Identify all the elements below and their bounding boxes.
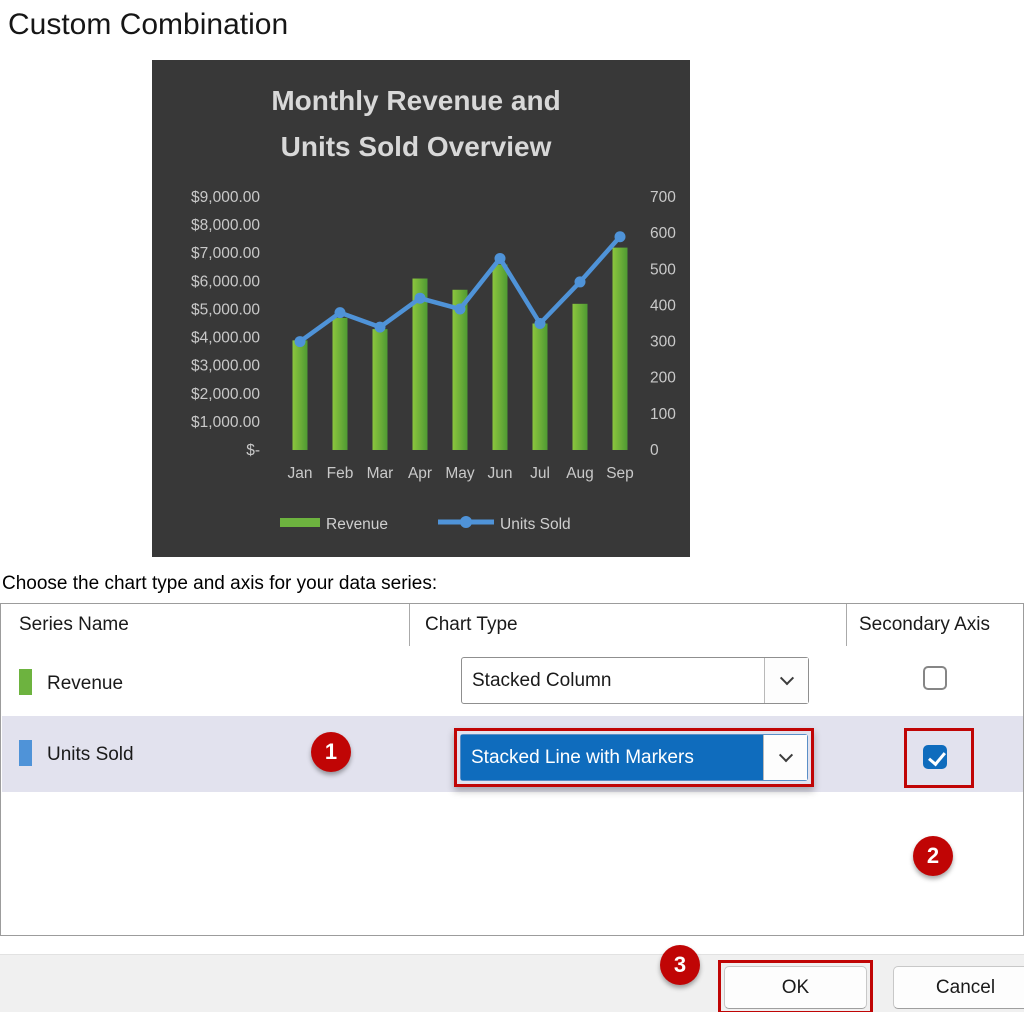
svg-text:Monthly Revenue and: Monthly Revenue and bbox=[271, 85, 560, 116]
units-sold-series-label: Units Sold bbox=[47, 744, 134, 766]
svg-text:Jul: Jul bbox=[530, 465, 550, 482]
step-2-badge: 2 bbox=[913, 836, 953, 876]
chart-type-dropdown-button-revenue[interactable] bbox=[764, 658, 808, 703]
svg-text:700: 700 bbox=[650, 189, 676, 206]
chevron-down-icon bbox=[778, 748, 792, 762]
revenue-series-label: Revenue bbox=[47, 673, 123, 695]
svg-text:0: 0 bbox=[650, 442, 659, 459]
chevron-down-icon bbox=[779, 671, 793, 685]
svg-text:Sep: Sep bbox=[606, 465, 634, 482]
svg-text:Jun: Jun bbox=[488, 465, 513, 482]
instruction-text: Choose the chart type and axis for your … bbox=[2, 573, 437, 595]
svg-text:$6,000.00: $6,000.00 bbox=[191, 273, 260, 290]
svg-text:Apr: Apr bbox=[408, 465, 432, 482]
svg-text:$2,000.00: $2,000.00 bbox=[191, 386, 260, 403]
svg-text:$4,000.00: $4,000.00 bbox=[191, 330, 260, 347]
svg-text:Units Sold: Units Sold bbox=[500, 516, 571, 533]
svg-text:Revenue: Revenue bbox=[326, 516, 388, 533]
header-chart-type: Chart Type bbox=[425, 614, 518, 636]
svg-text:300: 300 bbox=[650, 334, 676, 351]
svg-text:$9,000.00: $9,000.00 bbox=[191, 189, 260, 206]
svg-text:Units Sold Overview: Units Sold Overview bbox=[281, 131, 552, 162]
chart-type-value-revenue: Stacked Column bbox=[462, 658, 764, 703]
step-1-badge: 1 bbox=[311, 732, 351, 772]
chart-type-annotation-box: Stacked Line with Markers bbox=[454, 728, 814, 787]
chart-type-dropdown-revenue[interactable]: Stacked Column bbox=[461, 657, 809, 704]
svg-text:$3,000.00: $3,000.00 bbox=[191, 358, 260, 375]
svg-text:$8,000.00: $8,000.00 bbox=[191, 217, 260, 234]
header-series-name: Series Name bbox=[19, 614, 129, 636]
svg-text:400: 400 bbox=[650, 297, 676, 314]
units-sold-series-swatch bbox=[19, 740, 32, 766]
header-secondary-axis: Secondary Axis bbox=[859, 614, 990, 636]
svg-text:Jan: Jan bbox=[288, 465, 313, 482]
cancel-button[interactable]: Cancel bbox=[893, 966, 1024, 1009]
svg-text:$5,000.00: $5,000.00 bbox=[191, 301, 260, 318]
svg-text:600: 600 bbox=[650, 225, 676, 242]
svg-text:$7,000.00: $7,000.00 bbox=[191, 245, 260, 262]
ok-button[interactable]: OK bbox=[724, 966, 867, 1009]
svg-text:Mar: Mar bbox=[367, 465, 394, 482]
step-3-badge: 3 bbox=[660, 945, 700, 985]
secondary-axis-checkbox-revenue[interactable] bbox=[923, 666, 947, 690]
chart-type-dropdown-button-units-sold[interactable] bbox=[763, 735, 807, 780]
svg-text:Feb: Feb bbox=[327, 465, 354, 482]
secondary-axis-checkbox-units-sold[interactable] bbox=[923, 745, 947, 769]
page-title: Custom Combination bbox=[8, 8, 288, 42]
svg-text:$1,000.00: $1,000.00 bbox=[191, 414, 260, 431]
chart-type-value-units-sold: Stacked Line with Markers bbox=[461, 735, 763, 780]
svg-text:100: 100 bbox=[650, 406, 676, 423]
svg-text:Aug: Aug bbox=[566, 465, 594, 482]
combo-chart-preview: Monthly Revenue and Units Sold Overview $9… bbox=[152, 60, 690, 557]
svg-text:200: 200 bbox=[650, 370, 676, 387]
chart-type-dropdown-units-sold[interactable]: Stacked Line with Markers bbox=[460, 734, 808, 781]
series-table: Series Name Chart Type Secondary Axis Re… bbox=[0, 603, 1024, 936]
chart-preview: Monthly Revenue and Units Sold Overview $9… bbox=[152, 60, 690, 557]
revenue-series-swatch bbox=[19, 669, 32, 695]
svg-text:May: May bbox=[445, 465, 475, 482]
column-divider bbox=[846, 604, 847, 646]
svg-text:500: 500 bbox=[650, 261, 676, 278]
custom-combination-dialog: Custom Combination Monthly Revenue and Un… bbox=[0, 0, 1024, 1012]
svg-text:$-: $- bbox=[246, 442, 260, 459]
column-divider bbox=[409, 604, 410, 646]
